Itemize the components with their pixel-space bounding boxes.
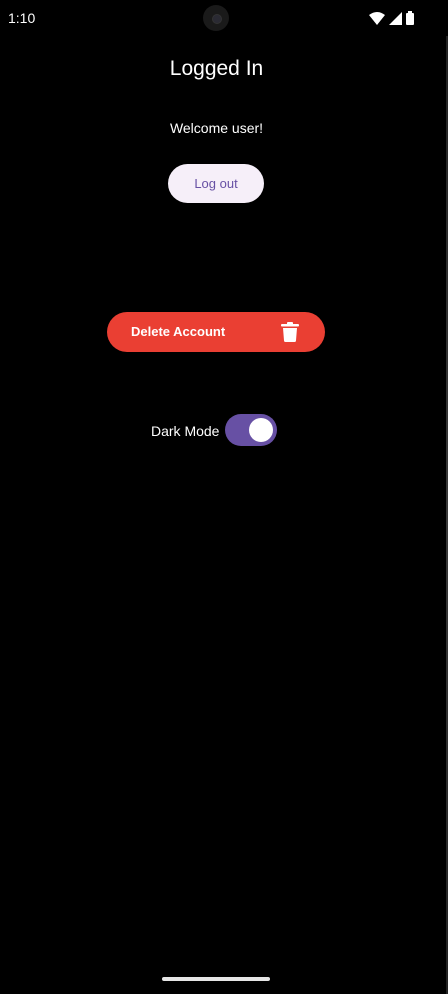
status-bar: 1:10 xyxy=(0,0,448,36)
delete-account-label: Delete Account xyxy=(131,324,226,339)
status-time: 1:10 xyxy=(8,10,36,26)
logout-button[interactable]: Log out xyxy=(168,164,264,203)
signal-icon xyxy=(389,11,402,25)
home-indicator[interactable] xyxy=(162,977,270,981)
trash-icon xyxy=(281,322,299,342)
dark-mode-toggle[interactable] xyxy=(225,414,277,446)
battery-icon xyxy=(406,11,414,25)
front-camera xyxy=(203,5,229,31)
toggle-thumb xyxy=(249,418,273,442)
status-icons xyxy=(369,11,414,25)
wifi-icon xyxy=(369,11,385,25)
welcome-message: Welcome user! xyxy=(169,120,264,136)
page-title: Logged In xyxy=(169,57,264,80)
dark-mode-label: Dark Mode xyxy=(151,423,220,439)
delete-account-button[interactable]: Delete Account xyxy=(107,312,325,352)
